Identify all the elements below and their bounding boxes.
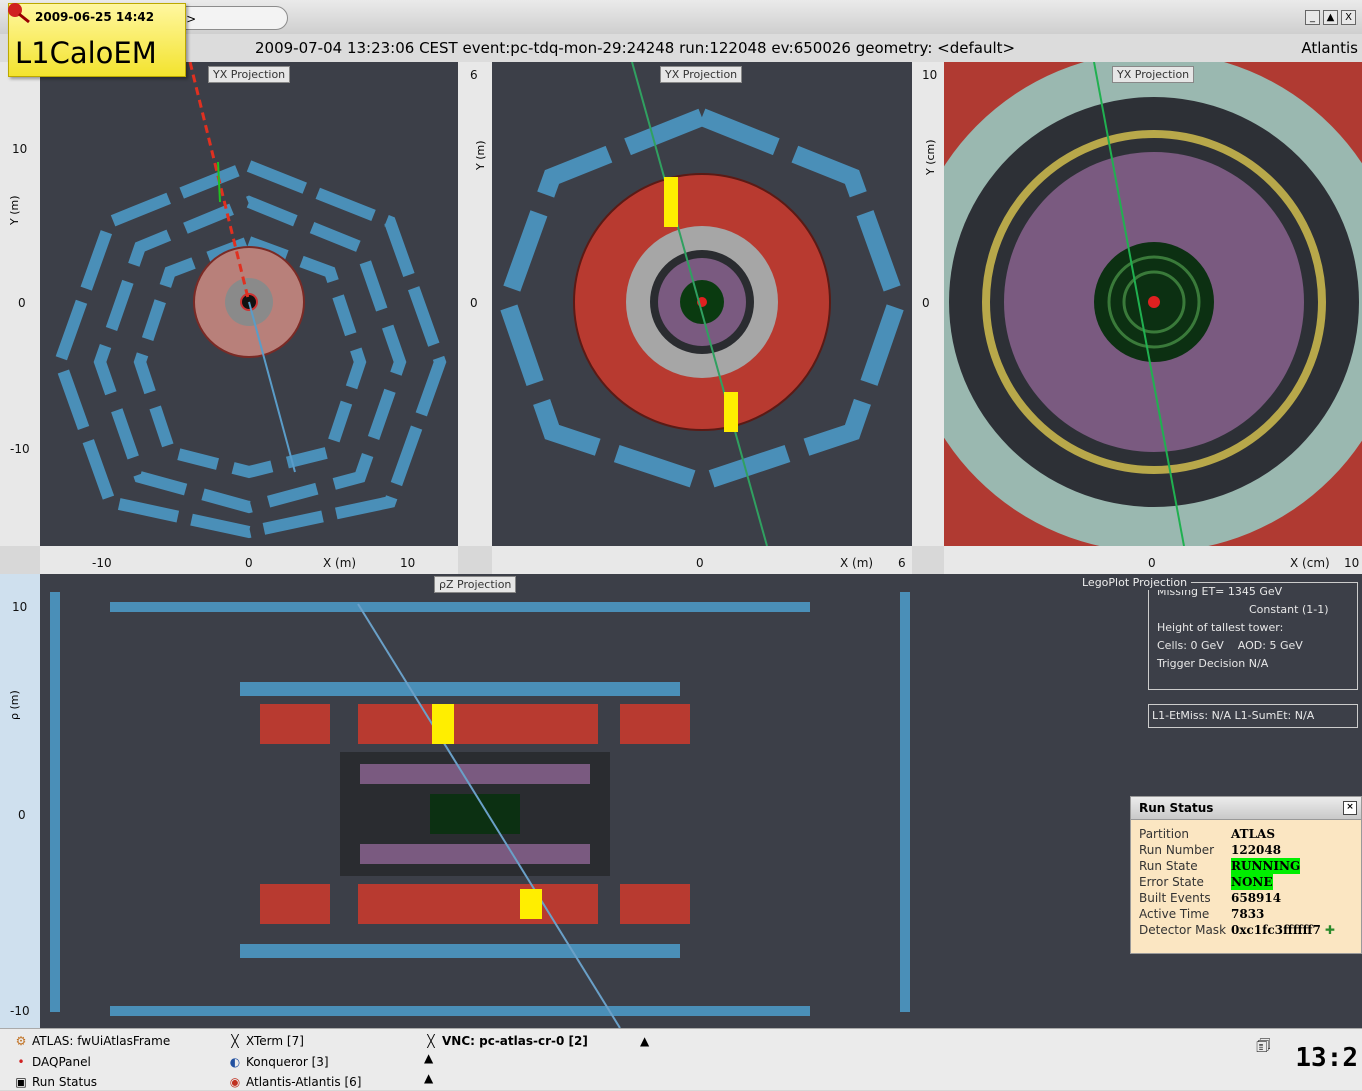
run-status-title: Run Status [1139, 801, 1214, 815]
close-icon[interactable]: × [1343, 801, 1357, 815]
x-icon: ╳ [427, 1034, 435, 1048]
event-description: 2009-07-04 13:23:06 CEST event:pc-tdq-mo… [255, 39, 1016, 57]
lego-l1-box: L1-EtMiss: N/A L1-SumEt: N/A [1148, 704, 1358, 728]
rz-ytick-bottom: -10 [10, 1004, 30, 1018]
yx1-ytick-mid: 0 [18, 296, 26, 310]
app-name: Atlantis [1301, 39, 1358, 57]
window-icon: ▣ [15, 1075, 27, 1089]
yx2-xtick-mid: 0 [696, 556, 704, 570]
yx3-xlabel: X (cm) [1290, 556, 1330, 570]
rz-y-axis [0, 574, 40, 1028]
yx2-xlabel: X (m) [840, 556, 874, 570]
sticky-label: L1CaloEM [15, 36, 157, 70]
run-status-window[interactable]: Run Status × Partition ATLAS Run Number 12… [1130, 796, 1362, 954]
yx3-xtick-right: 10 [1344, 556, 1360, 570]
yx2-xtick-right: 6 [898, 556, 906, 570]
dot-icon: • [17, 1055, 25, 1069]
rz-canvas [50, 592, 910, 1028]
yx1-panel[interactable]: YX Projection [40, 62, 458, 546]
plus-icon[interactable]: ✚ [1325, 922, 1335, 938]
window-titlebar: as <2> _ ▲ X [0, 0, 1362, 35]
rs-row-error-state: Error State NONE [1139, 874, 1273, 890]
maximize-button[interactable]: ▲ [1323, 10, 1338, 25]
task-daqpanel[interactable]: • DAQPanel [14, 1053, 90, 1071]
status-badge: RUNNING [1231, 858, 1301, 874]
group-arrow-3[interactable]: ▲ [640, 1032, 649, 1050]
yx1-canvas [53, 62, 447, 539]
yx3-panel[interactable]: YX Projection [944, 62, 1362, 546]
window-controls: _ ▲ X [1305, 10, 1356, 25]
sticky-timestamp: 2009-06-25 14:42 [35, 10, 155, 24]
rz-title: ρZ Projection [434, 576, 517, 593]
rz-panel[interactable]: ρZ Projection [40, 574, 914, 1028]
group-arrow-1[interactable]: ▲ [424, 1049, 433, 1067]
rz-ytick-top: 10 [12, 600, 28, 614]
yx1-ytick-top: 10 [12, 142, 28, 156]
app-icon: ◉ [229, 1075, 241, 1089]
rs-row-run-state: Run State RUNNING [1139, 858, 1301, 874]
lego-info-box: Missing ET= 1345 GeV Constant (1-1) Heig… [1148, 582, 1358, 690]
rs-row-built-events: Built Events 658914 [1139, 891, 1282, 905]
status-badge: NONE [1231, 874, 1273, 890]
pushpin-icon [8, 3, 30, 24]
yx3-canvas [944, 62, 1362, 546]
yx1-title: YX Projection [208, 66, 291, 83]
lego-tallest: Height of tallest tower: [1157, 621, 1284, 634]
lego-title: LegoPlot Projection [1078, 575, 1192, 590]
rs-row-active-time: Active Time 7833 [1139, 907, 1265, 921]
yx1-xtick-right: 10 [400, 556, 416, 570]
lego-cells: Cells: 0 GeV AOD: 5 GeV [1157, 639, 1303, 652]
task-atlas-frame[interactable]: ⚙ ATLAS: fwUiAtlasFrame [14, 1032, 171, 1050]
yx2-panel[interactable]: YX Projection [492, 62, 912, 546]
close-button[interactable]: X [1341, 10, 1356, 25]
task-run-status[interactable]: ▣ Run Status [14, 1073, 97, 1091]
lego-constant: Constant (1-1) [1249, 603, 1329, 616]
group-arrow-2[interactable]: ▲ [424, 1069, 433, 1087]
yx2-x-axis: 0 X (m) 6 [492, 546, 912, 574]
yx1-ytick-bottom: -10 [10, 442, 30, 456]
sticky-note[interactable]: 2009-06-25 14:42 L1CaloEM [8, 3, 186, 77]
task-atlantis[interactable]: ◉ Atlantis-Atlantis [6] [228, 1073, 362, 1091]
rs-row-partition: Partition ATLAS [1139, 827, 1275, 841]
rz-ytick-mid: 0 [18, 808, 26, 822]
task-konqueror[interactable]: ◐ Konqueror [3] [228, 1053, 329, 1071]
tray-icon[interactable]: 🗊 [1256, 1037, 1271, 1055]
rs-row-run-number: Run Number 122048 [1139, 843, 1282, 857]
lego-trigger: Trigger Decision N/A [1157, 657, 1269, 670]
yx1-xtick-left: -10 [92, 556, 112, 570]
yx3-ylabel: Y (cm) [924, 139, 937, 175]
yx2-ytick-top: 6 [470, 68, 478, 82]
yx2-ylabel: Y (m) [474, 140, 487, 170]
rs-row-detector-mask: Detector Mask 0xc1fc3ffffff7 ✚ [1139, 922, 1335, 938]
rz-ylabel: ρ (m) [8, 690, 21, 720]
task-vnc[interactable]: ╳ VNC: pc-atlas-cr-0 [2] [424, 1032, 587, 1050]
yx1-ylabel: Y (m) [8, 195, 21, 225]
run-status-header[interactable]: Run Status × [1131, 797, 1361, 820]
minimize-button[interactable]: _ [1305, 10, 1320, 25]
clock: 13:2 [1295, 1043, 1358, 1073]
yx3-title: YX Projection [1112, 66, 1195, 83]
taskbar: ⚙ ATLAS: fwUiAtlasFrame • DAQPanel ▣ Run St… [0, 1028, 1362, 1090]
yx2-canvas [497, 62, 907, 546]
yx2-ytick-mid: 0 [470, 296, 478, 310]
yx1-xlabel: X (m) [323, 556, 357, 570]
yx1-x-axis: -10 0 X (m) 10 [40, 546, 458, 574]
yx3-ytick-top: 10 [922, 68, 938, 82]
yx3-xtick-mid: 0 [1148, 556, 1156, 570]
konqueror-icon: ◐ [229, 1055, 241, 1069]
x-icon: ╳ [231, 1034, 239, 1048]
yx2-title: YX Projection [660, 66, 743, 83]
gear-icon: ⚙ [15, 1034, 27, 1048]
task-xterm[interactable]: ╳ XTerm [7] [228, 1032, 304, 1050]
event-info-bar: A 2009-07-04 13:23:06 CEST event:pc-tdq-… [0, 34, 1362, 62]
yx3-ytick-mid: 0 [922, 296, 930, 310]
yx3-x-axis: 0 X (cm) 10 [944, 546, 1362, 574]
yx1-xtick-mid: 0 [245, 556, 253, 570]
